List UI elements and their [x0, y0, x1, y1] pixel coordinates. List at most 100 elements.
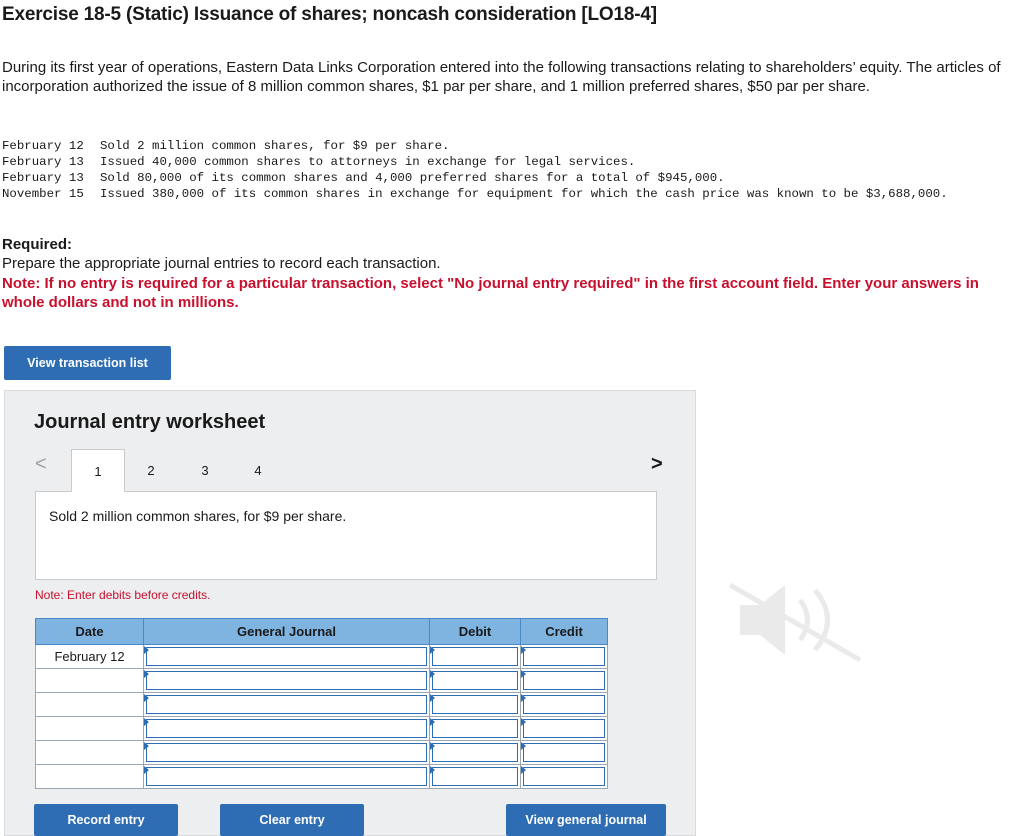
credit-cell[interactable]: [520, 764, 608, 789]
transaction-date: February 13: [2, 155, 84, 169]
input-marker-icon: [430, 694, 435, 702]
input-marker-icon: [430, 646, 435, 654]
credit-cell[interactable]: [520, 668, 608, 693]
input-marker-icon: [521, 694, 526, 702]
table-row: [35, 740, 608, 765]
table-row: [35, 716, 608, 741]
worksheet-title: Journal entry worksheet: [34, 411, 266, 433]
account-input[interactable]: [146, 767, 427, 786]
tab-3[interactable]: 3: [185, 449, 225, 491]
dropdown-marker-icon: [144, 718, 149, 726]
column-header-general-journal: General Journal: [143, 618, 430, 645]
debit-input[interactable]: [432, 743, 518, 762]
debit-input[interactable]: [432, 767, 518, 786]
input-marker-icon: [430, 718, 435, 726]
date-cell: [35, 764, 144, 789]
input-marker-icon: [521, 766, 526, 774]
transaction-row: February 13 Sold 80,000 of its common sh…: [2, 170, 980, 186]
transaction-description-box: Sold 2 million common shares, for $9 per…: [35, 491, 657, 580]
transaction-text: Issued 380,000 of its common shares in e…: [100, 187, 948, 201]
dropdown-marker-icon: [144, 694, 149, 702]
mute-speaker-icon: [728, 582, 862, 663]
credit-input[interactable]: [523, 695, 605, 714]
account-cell[interactable]: [143, 716, 430, 741]
debit-input[interactable]: [432, 695, 518, 714]
account-cell[interactable]: [143, 668, 430, 693]
transaction-row: November 15 Issued 380,000 of its common…: [2, 186, 980, 202]
date-cell: [35, 716, 144, 741]
account-input[interactable]: [146, 671, 427, 690]
table-row: [35, 668, 608, 693]
account-cell[interactable]: [143, 764, 430, 789]
transaction-date: February 13: [2, 171, 84, 185]
credit-input[interactable]: [523, 767, 605, 786]
record-entry-button[interactable]: Record entry: [34, 804, 178, 836]
credit-cell[interactable]: [520, 716, 608, 741]
credit-input[interactable]: [523, 743, 605, 762]
input-marker-icon: [521, 718, 526, 726]
account-cell[interactable]: [143, 740, 430, 765]
credit-cell[interactable]: [520, 644, 608, 669]
required-note: Note: If no entry is required for a part…: [2, 275, 979, 311]
credit-input[interactable]: [523, 719, 605, 738]
date-cell: February 12: [35, 644, 144, 669]
input-marker-icon: [521, 742, 526, 750]
dropdown-marker-icon: [144, 646, 149, 654]
debit-cell[interactable]: [429, 764, 521, 789]
dropdown-marker-icon: [144, 742, 149, 750]
chevron-left-icon[interactable]: <: [35, 453, 47, 476]
column-header-debit: Debit: [429, 618, 521, 645]
date-cell: [35, 692, 144, 717]
table-row: [35, 764, 608, 789]
page-title: Exercise 18-5 (Static) Issuance of share…: [2, 4, 657, 25]
debit-cell[interactable]: [429, 716, 521, 741]
intro-paragraph: During its first year of operations, Eas…: [2, 59, 1001, 95]
transaction-date: February 12: [2, 139, 84, 153]
transaction-text: Sold 2 million common shares, for $9 per…: [100, 139, 450, 153]
account-cell[interactable]: [143, 644, 430, 669]
clear-entry-button[interactable]: Clear entry: [220, 804, 364, 836]
dropdown-marker-icon: [144, 766, 149, 774]
account-cell[interactable]: [143, 692, 430, 717]
view-transaction-list-button[interactable]: View transaction list: [4, 346, 171, 380]
credit-input[interactable]: [523, 671, 605, 690]
chevron-right-icon[interactable]: >: [651, 453, 663, 476]
debit-input[interactable]: [432, 647, 518, 666]
credit-cell[interactable]: [520, 692, 608, 717]
tab-2[interactable]: 2: [131, 449, 171, 491]
transaction-date: November 15: [2, 187, 84, 201]
transaction-text: Sold 80,000 of its common shares and 4,0…: [100, 171, 725, 185]
tab-4[interactable]: 4: [238, 449, 278, 491]
date-cell: [35, 668, 144, 693]
column-header-date: Date: [35, 618, 144, 645]
credit-input[interactable]: [523, 647, 605, 666]
account-input[interactable]: [146, 719, 427, 738]
debit-cell[interactable]: [429, 644, 521, 669]
debit-cell[interactable]: [429, 740, 521, 765]
view-general-journal-button[interactable]: View general journal: [506, 804, 666, 836]
input-marker-icon: [521, 646, 526, 654]
transaction-text: Issued 40,000 common shares to attorneys…: [100, 155, 636, 169]
account-input[interactable]: [146, 743, 427, 762]
required-heading: Required:: [2, 236, 73, 253]
debit-input[interactable]: [432, 671, 518, 690]
tab-1[interactable]: 1: [71, 449, 125, 492]
account-input[interactable]: [146, 647, 427, 666]
account-input[interactable]: [146, 695, 427, 714]
date-cell: [35, 740, 144, 765]
transaction-row: February 13 Issued 40,000 common shares …: [2, 154, 980, 170]
input-marker-icon: [521, 670, 526, 678]
debit-cell[interactable]: [429, 692, 521, 717]
journal-entry-worksheet: Journal entry worksheet < 1 2 3 4 > Sold…: [4, 390, 696, 836]
input-marker-icon: [430, 742, 435, 750]
dropdown-marker-icon: [144, 670, 149, 678]
input-marker-icon: [430, 670, 435, 678]
column-header-credit: Credit: [520, 618, 608, 645]
transaction-row: February 12 Sold 2 million common shares…: [2, 138, 980, 154]
credit-cell[interactable]: [520, 740, 608, 765]
table-row: February 12: [35, 644, 608, 669]
debits-note: Note: Enter debits before credits.: [35, 588, 211, 602]
required-instruction: Prepare the appropriate journal entries …: [2, 255, 441, 272]
debit-input[interactable]: [432, 719, 518, 738]
debit-cell[interactable]: [429, 668, 521, 693]
